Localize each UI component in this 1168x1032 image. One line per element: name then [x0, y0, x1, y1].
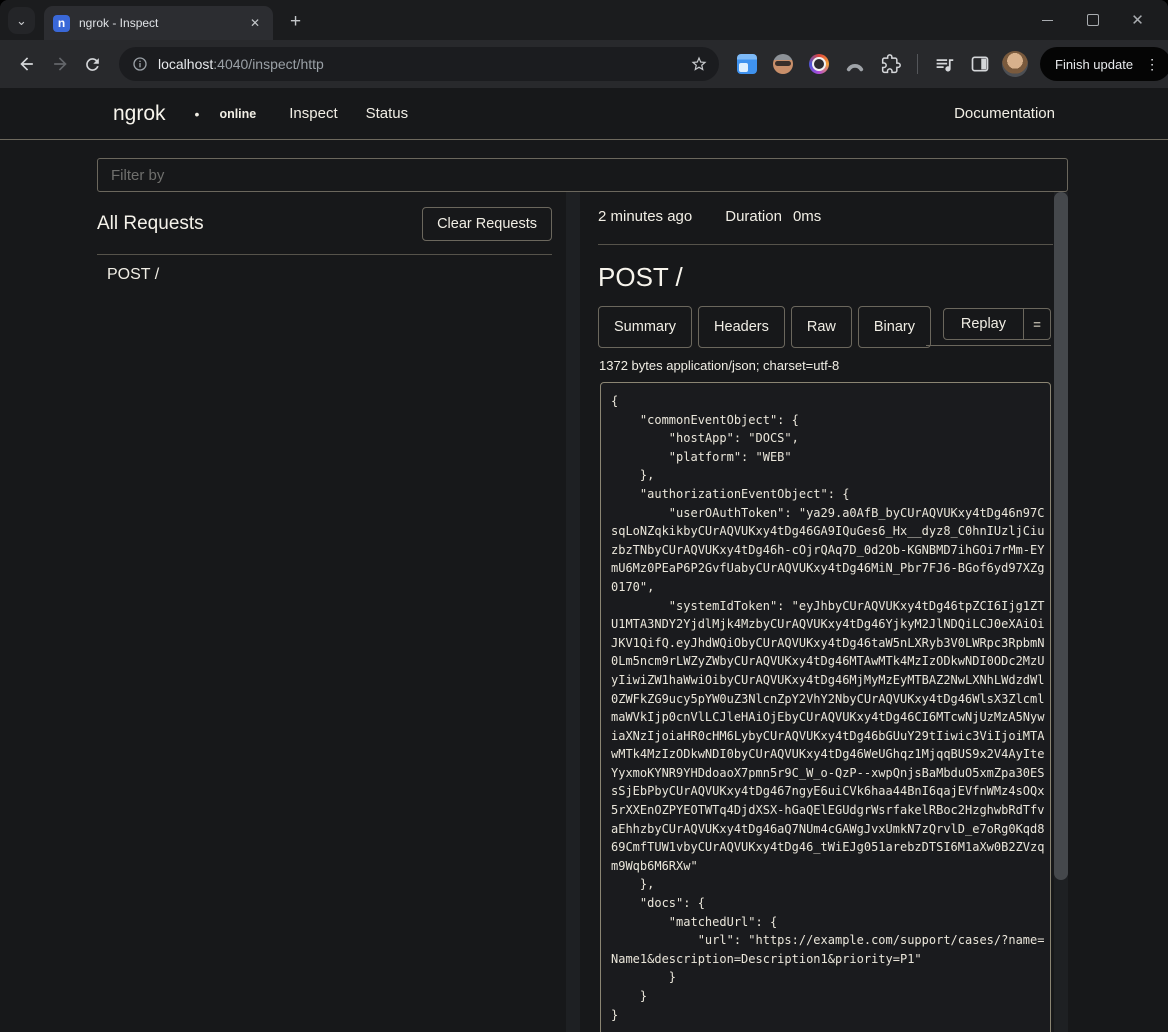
finish-update-label: Finish update — [1055, 57, 1133, 72]
minimize-icon — [1042, 20, 1053, 21]
status-dot: • — [195, 106, 200, 122]
request-body-json: { "commonEventObject": { "hostApp": "DOC… — [611, 392, 1040, 1024]
url-host: localhost — [158, 56, 213, 72]
request-body-block: { "commonEventObject": { "hostApp": "DOC… — [600, 382, 1051, 1032]
ngrok-page: ngrok • online Inspect Status Documentat… — [0, 88, 1168, 1032]
extension-camera-button[interactable] — [804, 49, 834, 79]
requests-scrollbar-track[interactable] — [566, 192, 580, 1032]
camera-icon — [809, 54, 829, 74]
browser-titlebar: ⌄ n ngrok - Inspect ✕ + ✕ — [0, 0, 1168, 40]
maximize-button[interactable] — [1070, 0, 1115, 40]
back-button[interactable] — [10, 48, 43, 81]
request-list-item[interactable]: POST / — [97, 255, 552, 294]
requests-header: All Requests Clear Requests — [97, 202, 552, 246]
media-playlist-icon — [934, 54, 955, 75]
tab-binary[interactable]: Binary — [858, 306, 931, 348]
url-text[interactable]: localhost:4040/inspect/http — [158, 56, 685, 72]
maximize-icon — [1087, 14, 1099, 26]
profile-button[interactable] — [1002, 49, 1028, 79]
menu-icon: = — [1033, 317, 1041, 332]
tab-search-button[interactable]: ⌄ — [8, 7, 35, 34]
requests-panel: All Requests Clear Requests POST / — [97, 192, 580, 1032]
request-meta-row: 2 minutes ago Duration 0ms — [598, 192, 1053, 245]
url-path: :4040/inspect/http — [213, 56, 324, 72]
request-title: POST / — [598, 262, 1053, 293]
detail-scrollbar-track[interactable] — [1054, 192, 1068, 1032]
sidebar-icon — [970, 54, 990, 74]
extension-arc-button[interactable] — [840, 49, 870, 79]
browser-tab[interactable]: n ngrok - Inspect ✕ — [44, 6, 273, 40]
toy-avatar-icon — [773, 54, 793, 74]
nav-inspect[interactable]: Inspect — [289, 105, 337, 122]
forward-icon — [50, 54, 70, 74]
window-controls: ✕ — [1025, 0, 1160, 40]
online-status: online — [219, 107, 256, 121]
close-icon: ✕ — [1131, 11, 1144, 29]
extensions-menu-button[interactable] — [876, 49, 906, 79]
duration-value: 0ms — [793, 208, 821, 225]
reload-icon — [83, 55, 102, 74]
tabs-underline — [926, 345, 1051, 346]
replay-button[interactable]: Replay — [944, 309, 1023, 339]
requests-title: All Requests — [97, 213, 204, 235]
side-panel-button[interactable] — [965, 49, 995, 79]
detail-scrollbar-thumb[interactable] — [1054, 192, 1068, 880]
request-detail-panel: 2 minutes ago Duration 0ms POST / Summar… — [585, 192, 1068, 1032]
split-view: All Requests Clear Requests POST / 2 min… — [97, 192, 1068, 1032]
close-icon: ✕ — [250, 16, 260, 30]
browser-window: ⌄ n ngrok - Inspect ✕ + ✕ — [0, 0, 1168, 1032]
close-window-button[interactable]: ✕ — [1115, 0, 1160, 40]
tab-raw[interactable]: Raw — [791, 306, 852, 348]
extension-avatar-button[interactable] — [768, 49, 798, 79]
window-tile-icon — [737, 54, 757, 74]
browser-toolbar: localhost:4040/inspect/http Finish updat… — [0, 40, 1168, 88]
duration-label: Duration — [725, 208, 782, 225]
filter-input[interactable] — [97, 158, 1068, 192]
tab-summary[interactable]: Summary — [598, 306, 692, 348]
arc-icon — [845, 54, 865, 74]
puzzle-icon — [881, 54, 901, 74]
extension-windows-button[interactable] — [732, 49, 762, 79]
star-icon — [690, 55, 708, 73]
bookmark-button[interactable] — [685, 50, 713, 78]
forward-button[interactable] — [43, 48, 76, 81]
replay-menu-button[interactable]: = — [1023, 309, 1050, 339]
ngrok-logo[interactable]: ngrok — [113, 102, 166, 126]
toolbar-divider — [917, 54, 918, 74]
plus-icon: + — [290, 11, 301, 32]
main-content: All Requests Clear Requests POST / 2 min… — [97, 140, 1068, 1032]
ngrok-favicon: n — [53, 15, 70, 32]
chevron-down-icon: ⌄ — [16, 14, 27, 27]
avatar — [1002, 51, 1028, 77]
back-icon — [17, 54, 37, 74]
address-bar[interactable]: localhost:4040/inspect/http — [119, 47, 719, 81]
browser-menu-button[interactable]: ⋮ — [1141, 56, 1163, 73]
ngrok-header: ngrok • online Inspect Status Documentat… — [0, 88, 1168, 140]
media-controls-button[interactable] — [929, 49, 959, 79]
minimize-button[interactable] — [1025, 0, 1070, 40]
finish-update-button[interactable]: Finish update ⋮ — [1040, 47, 1168, 81]
tab-close-button[interactable]: ✕ — [246, 14, 264, 32]
clear-requests-button[interactable]: Clear Requests — [422, 207, 552, 241]
body-meta: 1372 bytes application/json; charset=utf… — [599, 358, 1053, 373]
reload-button[interactable] — [76, 48, 109, 81]
new-tab-button[interactable]: + — [284, 10, 307, 33]
tab-headers[interactable]: Headers — [698, 306, 785, 348]
detail-tabs: Summary Headers Raw Binary Replay = — [598, 306, 1053, 348]
nav-status[interactable]: Status — [366, 105, 409, 122]
request-time: 2 minutes ago — [598, 208, 692, 225]
tab-title: ngrok - Inspect — [79, 16, 246, 30]
info-icon[interactable] — [132, 56, 148, 72]
replay-split-button: Replay = — [943, 308, 1051, 340]
nav-documentation[interactable]: Documentation — [954, 105, 1055, 122]
